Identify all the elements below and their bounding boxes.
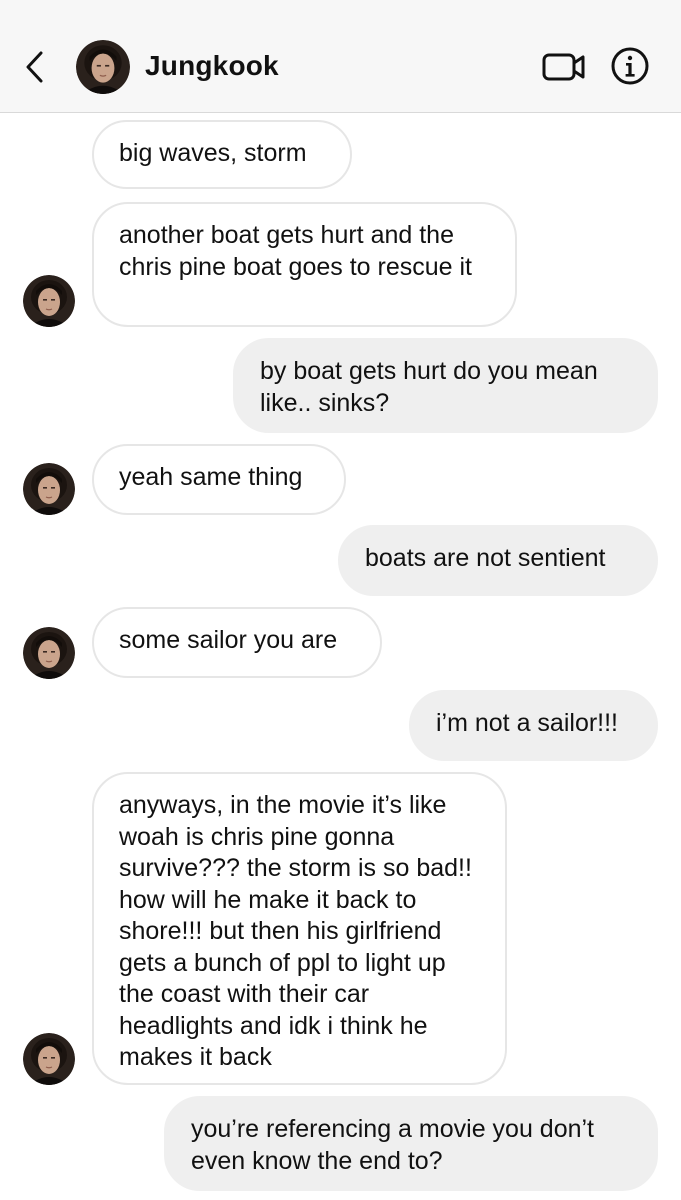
outgoing-message[interactable]: i’m not a sailor!!! <box>409 690 658 761</box>
video-call-button[interactable] <box>541 48 587 86</box>
incoming-message[interactable]: some sailor you are <box>92 607 382 678</box>
incoming-message[interactable]: big waves, storm <box>92 120 352 189</box>
contact-avatar[interactable] <box>76 40 130 94</box>
contact-name[interactable]: Jungkook <box>145 50 279 82</box>
incoming-message[interactable]: another boat gets hurt and the chris pin… <box>92 202 517 327</box>
info-icon <box>611 47 649 85</box>
outgoing-message[interactable]: boats are not sentient <box>338 525 658 596</box>
message-thread[interactable]: big waves, storm another boat gets hurt … <box>0 113 681 1200</box>
sender-avatar[interactable] <box>23 275 75 327</box>
info-button[interactable] <box>610 46 650 86</box>
video-camera-icon <box>542 53 585 81</box>
chevron-left-icon <box>26 51 43 83</box>
back-button[interactable] <box>20 47 50 87</box>
incoming-message[interactable]: yeah same thing <box>92 444 346 515</box>
outgoing-message[interactable]: by boat gets hurt do you mean like.. sin… <box>233 338 658 433</box>
sender-avatar[interactable] <box>23 627 75 679</box>
outgoing-message[interactable]: you’re referencing a movie you don’t eve… <box>164 1096 658 1191</box>
conversation-header: Jungkook <box>0 0 681 113</box>
sender-avatar[interactable] <box>23 463 75 515</box>
sender-avatar[interactable] <box>23 1033 75 1085</box>
incoming-message[interactable]: anyways, in the movie it’s like woah is … <box>92 772 507 1085</box>
